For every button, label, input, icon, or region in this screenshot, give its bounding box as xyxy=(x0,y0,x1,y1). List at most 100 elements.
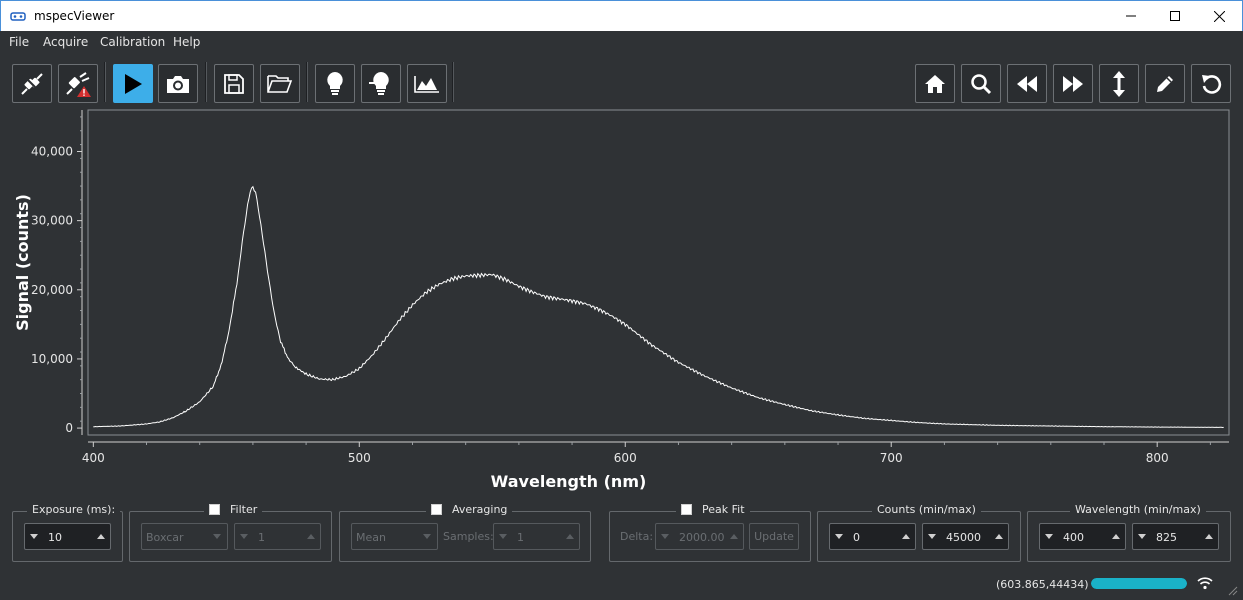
x-tick-label: 700 xyxy=(880,451,903,465)
window-title: mspecViewer xyxy=(34,9,115,23)
decrement-icon[interactable] xyxy=(240,534,248,539)
wavelength-max-value: 825 xyxy=(1156,531,1177,544)
reference-spectrum-button[interactable] xyxy=(361,64,401,103)
save-button[interactable] xyxy=(214,64,254,103)
y-tick-label: 10,000 xyxy=(31,352,73,366)
zoom-button[interactable] xyxy=(961,64,1001,103)
toolbar-separator xyxy=(306,62,308,102)
play-icon xyxy=(125,73,142,94)
zoom-icon xyxy=(971,73,992,94)
peak-fit-checkbox[interactable] xyxy=(681,503,692,515)
play-button[interactable] xyxy=(113,64,153,103)
y-tick-label: 20,000 xyxy=(31,283,73,297)
exposure-spinbox[interactable]: 10 xyxy=(24,523,111,550)
averaging-checkbox[interactable] xyxy=(431,503,442,515)
forward-button[interactable] xyxy=(1053,64,1093,103)
averaging-mode-value: Mean xyxy=(356,531,386,544)
pencil-icon xyxy=(1157,75,1173,92)
wavelength-max-spinbox[interactable]: 825 xyxy=(1132,523,1219,550)
decrement-icon[interactable] xyxy=(30,534,38,539)
save-icon xyxy=(224,73,244,94)
connect-warning-icon xyxy=(66,71,91,97)
spectrum-view-button[interactable] xyxy=(407,64,447,103)
menu-acquire[interactable]: Acquire xyxy=(43,35,88,49)
camera-icon xyxy=(167,75,189,93)
exposure-label: Exposure (ms): xyxy=(27,501,121,517)
title-bar: mspecViewer xyxy=(0,0,1243,31)
increment-icon[interactable] xyxy=(902,534,910,539)
increment-icon[interactable] xyxy=(307,534,315,539)
filter-width-value: 1 xyxy=(258,531,265,544)
decrement-icon[interactable] xyxy=(1045,534,1053,539)
resize-grip-icon[interactable] xyxy=(1228,586,1238,596)
increment-icon[interactable] xyxy=(97,534,105,539)
increment-icon[interactable] xyxy=(1205,534,1213,539)
increment-icon[interactable] xyxy=(995,534,1003,539)
filter-checkbox[interactable] xyxy=(209,503,220,515)
dark-spectrum-button[interactable] xyxy=(315,64,355,103)
disconnect-icon xyxy=(21,72,43,95)
chevron-down-icon xyxy=(423,534,431,539)
decrement-icon[interactable] xyxy=(661,534,669,539)
snapshot-button[interactable] xyxy=(158,64,198,103)
close-window-button[interactable] xyxy=(1196,1,1242,31)
x-tick-label: 800 xyxy=(1146,451,1169,465)
filter-type-value: Boxcar xyxy=(146,531,184,544)
increment-icon[interactable] xyxy=(566,534,574,539)
delta-label: Delta: xyxy=(620,530,654,543)
connect-warning-button[interactable] xyxy=(58,64,98,103)
filter-width-spinbox[interactable]: 1 xyxy=(234,523,321,550)
spectrum-area-icon xyxy=(414,75,439,93)
back-icon xyxy=(1017,75,1037,92)
menu-help[interactable]: Help xyxy=(173,35,200,49)
increment-icon[interactable] xyxy=(1112,534,1120,539)
counts-min-value: 0 xyxy=(853,531,860,544)
spectrum-chart[interactable]: 0 10,000 20,000 30,000 40,000 400 500 600 700 800… xyxy=(0,105,1243,497)
toolbar-separator xyxy=(205,62,207,102)
delta-value: 2000.00 xyxy=(679,531,725,544)
plot-box xyxy=(87,109,1230,436)
forward-icon xyxy=(1063,75,1083,92)
edit-button[interactable] xyxy=(1145,64,1185,103)
wavelength-min-spinbox[interactable]: 400 xyxy=(1039,523,1126,550)
counts-label: Counts (min/max) xyxy=(872,501,981,517)
menu-calibration[interactable]: Calibration xyxy=(100,35,165,49)
counts-max-spinbox[interactable]: 45000 xyxy=(922,523,1009,550)
increment-icon[interactable] xyxy=(730,534,738,539)
reset-button[interactable] xyxy=(1191,64,1231,103)
open-button[interactable] xyxy=(260,64,300,103)
menu-file[interactable]: File xyxy=(9,35,29,49)
spectrum-plot[interactable]: 0 10,000 20,000 30,000 40,000 400 500 600 700 800… xyxy=(0,105,1243,497)
decrement-icon[interactable] xyxy=(928,534,936,539)
progress-bar xyxy=(1091,578,1187,589)
back-button[interactable] xyxy=(1007,64,1047,103)
x-axis-title: Wavelength (nm) xyxy=(491,472,647,491)
decrement-icon[interactable] xyxy=(1138,534,1146,539)
x-tick-label: 600 xyxy=(614,451,637,465)
y-tick-label: 0 xyxy=(65,421,73,435)
delta-spinbox[interactable]: 2000.00 xyxy=(655,523,744,550)
app-icon xyxy=(10,12,26,21)
spectrum-series-line xyxy=(93,185,1224,429)
maximize-button[interactable] xyxy=(1152,1,1198,31)
decrement-icon[interactable] xyxy=(835,534,843,539)
lamp-dark-icon xyxy=(327,71,343,95)
decrement-icon[interactable] xyxy=(499,534,507,539)
samples-value: 1 xyxy=(517,531,524,544)
filter-header: Filter xyxy=(204,501,263,517)
wifi-icon xyxy=(1197,577,1213,590)
minimize-button[interactable] xyxy=(1108,1,1154,31)
samples-spinbox[interactable]: 1 xyxy=(493,523,580,550)
filter-type-select[interactable]: Boxcar xyxy=(141,523,228,550)
filter-label: Filter xyxy=(230,502,258,516)
pan-vertical-button[interactable] xyxy=(1099,64,1139,103)
counts-min-spinbox[interactable]: 0 xyxy=(829,523,916,550)
samples-label: Samples: xyxy=(443,530,494,543)
close-icon xyxy=(1213,10,1225,22)
wavelength-min-value: 400 xyxy=(1063,531,1084,544)
update-button[interactable]: Update xyxy=(749,523,799,550)
reset-icon xyxy=(1202,74,1222,94)
disconnect-button[interactable] xyxy=(12,64,52,103)
averaging-mode-select[interactable]: Mean xyxy=(351,523,438,550)
home-button[interactable] xyxy=(915,64,955,103)
